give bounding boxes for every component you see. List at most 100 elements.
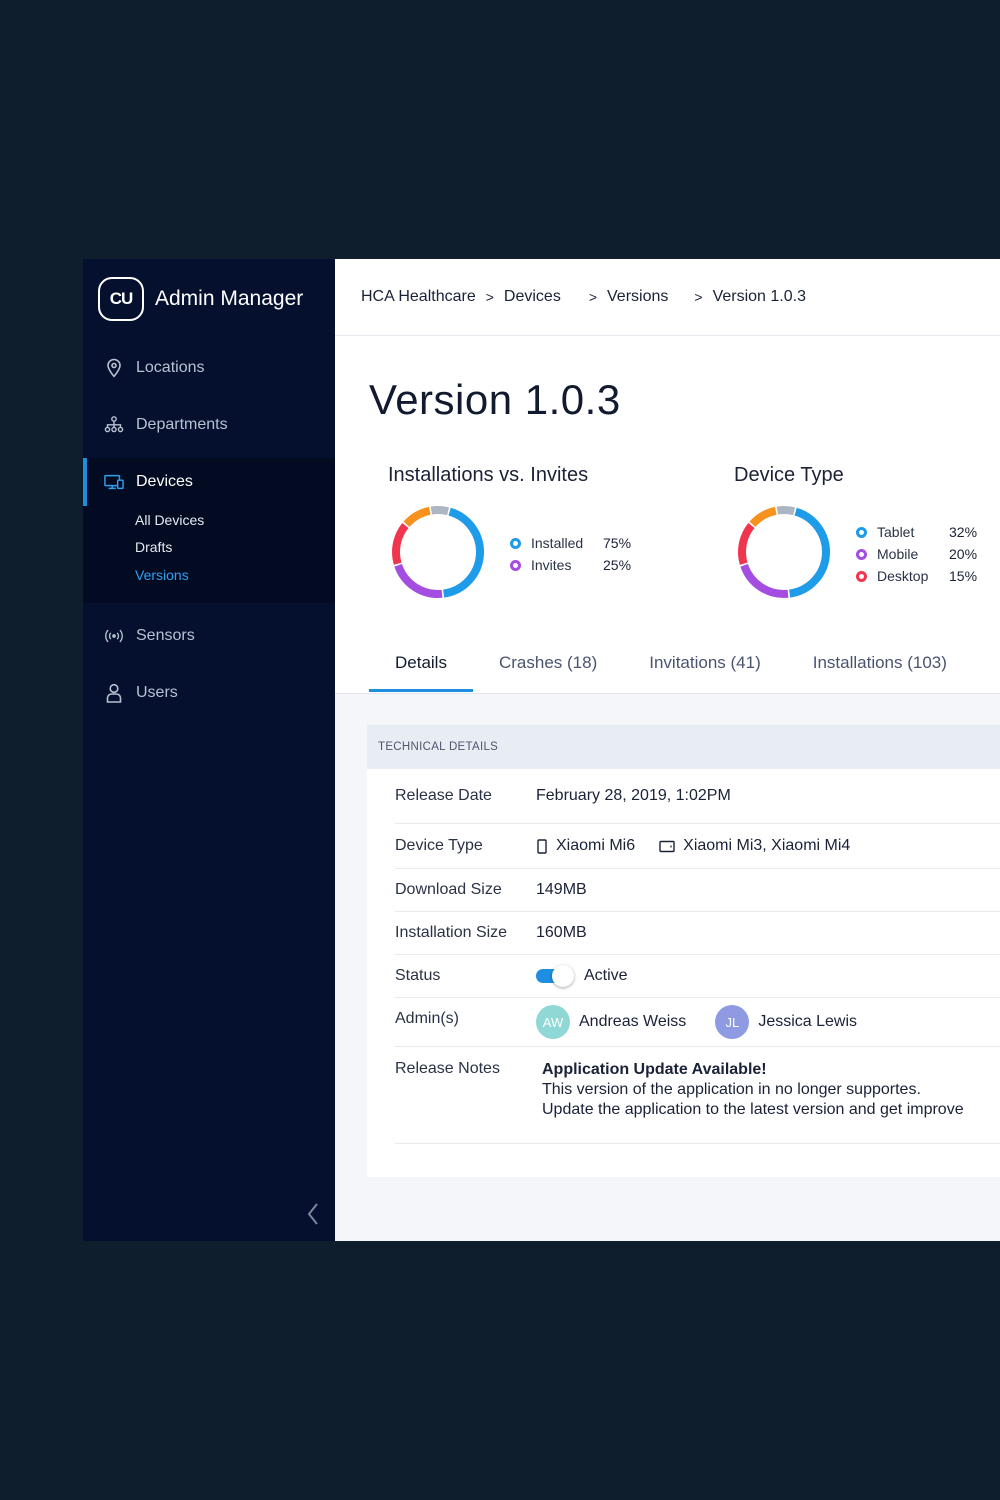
legend-label: Tablet (877, 524, 915, 540)
donut-segment (394, 563, 443, 598)
device-tablet: Xiaomi Mi3, Xiaomi Mi4 (659, 837, 850, 855)
sidebar-item-departments[interactable]: Departments (83, 396, 335, 453)
app-logo: CU (98, 277, 144, 321)
donut-segment (738, 522, 755, 565)
legend-value: 20% (949, 546, 978, 562)
breadcrumb-item[interactable]: HCA Healthcare (361, 288, 476, 306)
row-label: Admin(s) (395, 1010, 460, 1027)
sidebar-item-sensors[interactable]: Sensors (83, 608, 335, 665)
device-mobile-label: Xiaomi Mi6 (556, 837, 636, 854)
device-type-values: Xiaomi Mi6 Xiaomi Mi3, Xiaomi Mi4 (536, 837, 874, 855)
tab-invitations[interactable]: Invitations (41) (623, 636, 787, 690)
status-row: Status Active (395, 955, 1000, 998)
legend-item-tablet: Tablet 32% (856, 521, 977, 543)
technical-details-panel: TECHNICAL DETAILS Release Date February … (367, 725, 1000, 1177)
installation-size-row: Installation Size 160MB (395, 912, 1000, 955)
devices-nav-group: Devices All Devices Drafts Versions (83, 458, 335, 603)
chart-title: Installations vs. Invites (388, 464, 589, 486)
legend-label: Desktop (877, 568, 929, 584)
logo-text: CU (109, 289, 134, 308)
breadcrumb-item[interactable]: Devices (504, 288, 561, 306)
app-title: Admin Manager (155, 287, 304, 310)
download-size-row: Download Size 149MB (395, 869, 1000, 912)
brand[interactable]: CU Admin Manager (83, 259, 335, 339)
phone-icon (536, 838, 548, 854)
sensor-icon (104, 626, 124, 646)
donut-segment (776, 506, 796, 516)
donut-segment (403, 506, 431, 528)
row-label: Release Date (395, 787, 492, 804)
tab-details[interactable]: Details (369, 636, 473, 692)
legend-dot (510, 559, 521, 571)
status-toggle[interactable] (536, 965, 574, 987)
location-pin-icon (104, 358, 124, 378)
legend-dot (510, 537, 521, 549)
legend-item-invites: Invites 25% (510, 554, 631, 576)
sidebar-subitem-all-devices[interactable]: All Devices (83, 506, 335, 534)
panel-header: TECHNICAL DETAILS (367, 725, 1000, 769)
legend-value: 75% (603, 535, 632, 551)
installs-donut (392, 506, 484, 598)
sidebar-item-locations[interactable]: Locations (83, 339, 335, 396)
sidebar-item-label: Users (136, 684, 178, 701)
device-type-chart: Device Type Tablet 32% Mobile 20% Deskto… (734, 464, 977, 598)
avatar: JL (715, 1005, 750, 1039)
tablet-icon (659, 840, 675, 853)
legend-label: Invites (531, 557, 572, 573)
legend-value: 32% (949, 524, 978, 540)
legend-value: 15% (949, 568, 978, 584)
row-label: Download Size (395, 881, 502, 898)
row-label: Installation Size (395, 924, 508, 941)
admin-chip[interactable]: JL Jessica Lewis (715, 1005, 857, 1039)
tab-installations[interactable]: Installations (103) (787, 636, 973, 690)
breadcrumb-separator: > (588, 289, 597, 305)
release-notes-text: Application Update Available! This versi… (536, 1060, 964, 1120)
row-label: Status (395, 967, 441, 984)
admin-app-window: CU Admin Manager Locations Departments D… (83, 259, 1000, 1241)
sidebar-item-devices[interactable]: Devices (83, 458, 335, 506)
detail-tabs: Details Crashes (18) Invitations (41) In… (369, 636, 973, 692)
release-notes-line: This version of the application in no lo… (542, 1081, 921, 1098)
installs-chart: Installations vs. Invites Installed 75% … (388, 464, 631, 598)
admin-name: Jessica Lewis (758, 1013, 858, 1030)
donut-segment (392, 522, 409, 565)
status-value: Active (536, 965, 628, 987)
breadcrumb-separator: > (694, 289, 703, 305)
release-date-row: Release Date February 28, 2019, 1:02PM (395, 769, 1000, 824)
legend-dot (856, 570, 867, 582)
sidebar-item-label: Devices (136, 473, 193, 490)
donut-segment (740, 563, 789, 598)
row-label: Device Type (395, 837, 483, 854)
sidebar-item-label: Sensors (136, 627, 195, 644)
main-content: HCA Healthcare > Devices > Versions > Ve… (335, 259, 1000, 1241)
sidebar-item-label: Locations (136, 358, 205, 376)
admins-list: AW Andreas Weiss JL Jessica Lewis (536, 1005, 886, 1039)
page-title: Version 1.0.3 (369, 376, 621, 423)
chart-legend: Installed 75% Invites 25% (510, 532, 631, 576)
active-indicator (83, 458, 87, 506)
legend-dot (856, 526, 867, 538)
donut-segment (442, 507, 484, 598)
sidebar-item-users[interactable]: Users (83, 665, 335, 722)
admins-row: Admin(s) AW Andreas Weiss JL Jessica Lew… (395, 998, 1000, 1047)
release-notes-row: Release Notes Application Update Availab… (395, 1047, 1000, 1144)
release-notes-line: Update the application to the latest ver… (542, 1101, 964, 1118)
donut-segment (430, 506, 450, 516)
breadcrumb-separator: > (485, 289, 494, 305)
chevron-left-icon[interactable] (305, 1201, 321, 1227)
tab-crashes[interactable]: Crashes (18) (473, 636, 623, 690)
legend-item-desktop: Desktop 15% (856, 565, 977, 587)
breadcrumb-item-current: Version 1.0.3 (712, 288, 806, 305)
sidebar-subitem-drafts[interactable]: Drafts (83, 534, 335, 562)
sidebar: CU Admin Manager Locations Departments D… (83, 259, 335, 1241)
device-tablet-label: Xiaomi Mi3, Xiaomi Mi4 (683, 837, 851, 854)
admin-chip[interactable]: AW Andreas Weiss (536, 1005, 686, 1039)
org-chart-icon (104, 415, 124, 435)
installation-size-value: 160MB (536, 924, 587, 941)
breadcrumb-item[interactable]: Versions (607, 288, 668, 306)
release-notes-title: Application Update Available! (542, 1061, 767, 1078)
legend-value: 25% (603, 557, 632, 573)
legend-item-installed: Installed 75% (510, 532, 631, 554)
device-type-donut (738, 506, 830, 598)
sidebar-subitem-versions[interactable]: Versions (83, 561, 335, 589)
